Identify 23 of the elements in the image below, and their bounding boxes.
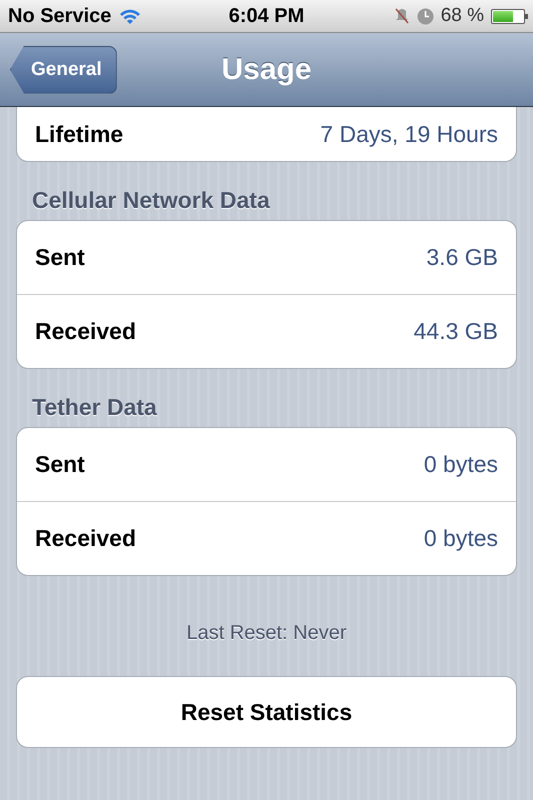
- clock-text: 6:04 PM: [228, 4, 304, 28]
- muted-bell-icon: [394, 7, 410, 25]
- battery-icon: [491, 8, 525, 24]
- row-value: 0 bytes: [424, 451, 498, 478]
- back-button[interactable]: General: [10, 46, 117, 94]
- clock-icon: [416, 8, 434, 24]
- row-label: Received: [35, 525, 136, 552]
- section-header: Tether Data: [31, 393, 158, 422]
- battery-percent: 68 %: [440, 5, 484, 27]
- last-reset-text: Last Reset: Never: [185, 622, 348, 646]
- wifi-icon: [119, 8, 142, 24]
- screen-title: Usage: [221, 52, 312, 86]
- row-label: Lifetime: [35, 120, 124, 148]
- row-value: 7 Days, 19 Hours: [320, 120, 498, 148]
- row-label: Received: [35, 318, 136, 345]
- row-value: 0 bytes: [424, 525, 498, 552]
- reset-statistics-button[interactable]: Reset Statistics: [16, 676, 517, 748]
- row-label: Sent: [35, 244, 85, 271]
- carrier-text: No Service: [8, 4, 112, 28]
- row-value: 44.3 GB: [414, 318, 498, 345]
- row-label: Sent: [35, 451, 85, 478]
- row-value: 3.6 GB: [426, 244, 498, 271]
- section-header: Cellular Network Data: [31, 186, 271, 215]
